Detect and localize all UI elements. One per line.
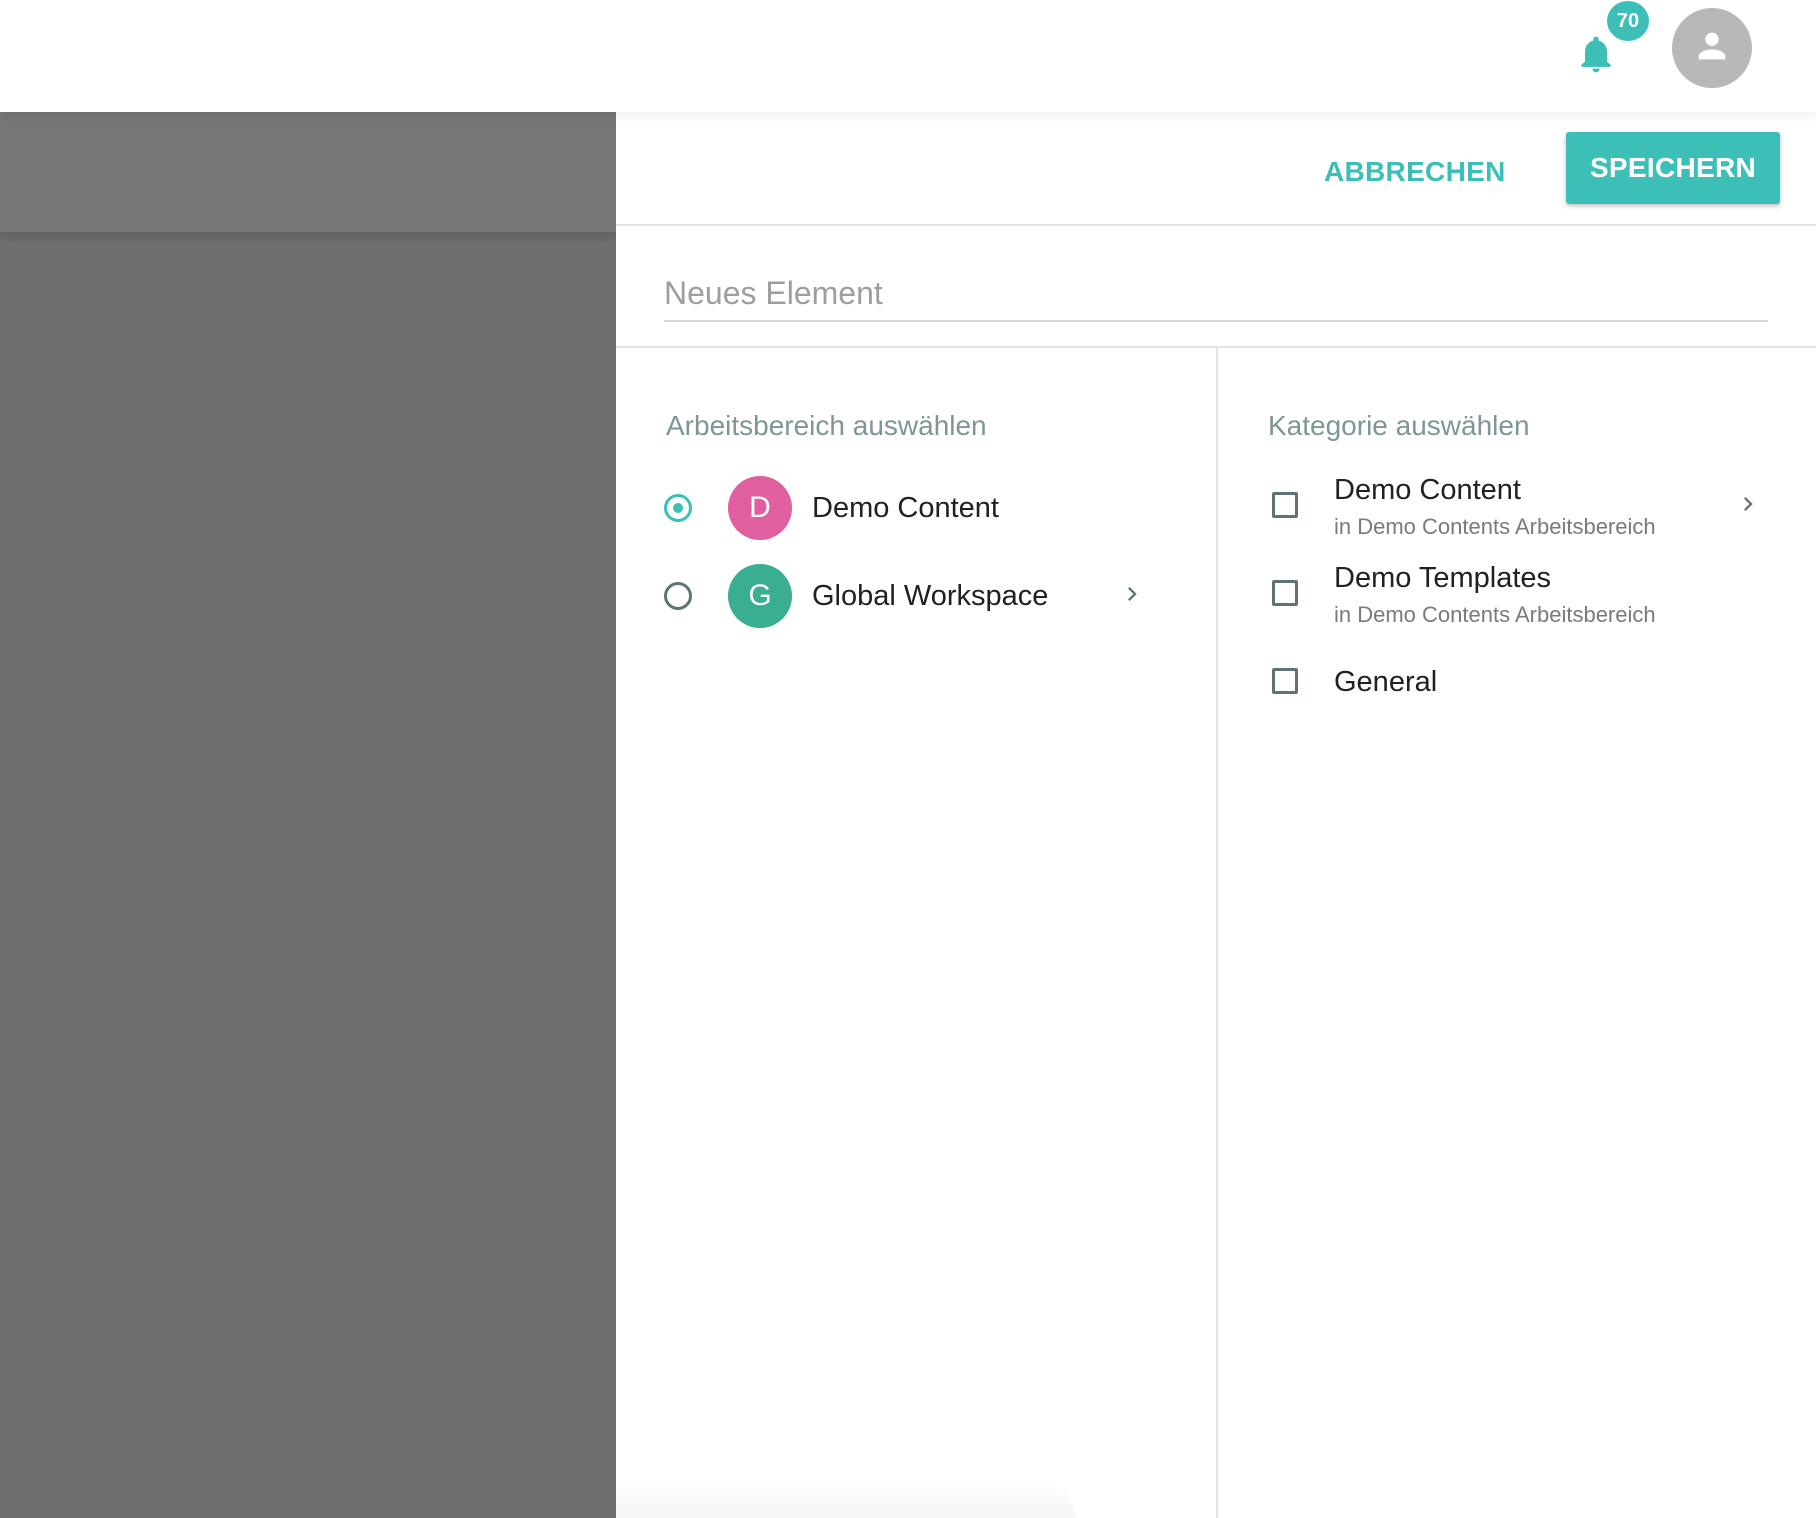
- column-divider: [1216, 348, 1218, 1518]
- category-row-general[interactable]: General: [1268, 646, 1778, 718]
- top-app-bar: 70: [0, 0, 1816, 112]
- category-row-demo-templates[interactable]: Demo Templates in Demo Contents Arbeitsb…: [1268, 558, 1778, 638]
- category-checkbox[interactable]: [1272, 492, 1298, 518]
- notification-count-badge: 70: [1607, 1, 1649, 41]
- bell-icon: [1581, 36, 1611, 73]
- category-label: Demo Content: [1334, 474, 1521, 506]
- category-sublabel: in Demo Contents Arbeitsbereich: [1334, 514, 1656, 539]
- category-checkbox[interactable]: [1272, 580, 1298, 606]
- chevron-right-icon[interactable]: [1734, 490, 1762, 518]
- category-label: Demo Templates: [1334, 562, 1552, 594]
- workspace-label: Demo Content: [812, 492, 999, 524]
- category-label: General: [1334, 666, 1438, 698]
- workspace-avatar: D: [728, 476, 792, 540]
- bottom-shadow: [616, 1482, 1076, 1518]
- category-sublabel: in Demo Contents Arbeitsbereich: [1334, 602, 1656, 627]
- save-button[interactable]: SPEICHERN: [1566, 132, 1780, 204]
- chevron-right-icon[interactable]: [1118, 580, 1146, 608]
- category-checkbox[interactable]: [1272, 668, 1298, 694]
- new-element-panel: ABBRECHEN SPEICHERN Arbeitsbereich auswä…: [616, 112, 1816, 1518]
- title-area: [616, 226, 1816, 348]
- workspace-radio[interactable]: [664, 582, 692, 610]
- workspace-row-demo-content[interactable]: D Demo Content: [662, 472, 1182, 544]
- workspace-heading: Arbeitsbereich auswählen: [666, 410, 987, 441]
- dimmed-backdrop[interactable]: [0, 112, 616, 1518]
- category-row-demo-content[interactable]: Demo Content in Demo Contents Arbeitsber…: [1268, 470, 1778, 550]
- workspace-label: Global Workspace: [812, 580, 1049, 612]
- workspace-avatar: G: [728, 564, 792, 628]
- user-avatar[interactable]: [1672, 8, 1752, 88]
- workspace-row-global-workspace[interactable]: G Global Workspace: [662, 560, 1182, 632]
- panel-action-bar: ABBRECHEN SPEICHERN: [616, 112, 1816, 226]
- backdrop-header: [0, 112, 616, 232]
- element-title-input[interactable]: [664, 266, 1768, 322]
- workspace-radio-selected[interactable]: [664, 494, 692, 522]
- person-icon: [1698, 32, 1726, 60]
- cancel-button[interactable]: ABBRECHEN: [1316, 150, 1514, 194]
- category-heading: Kategorie auswählen: [1268, 410, 1530, 441]
